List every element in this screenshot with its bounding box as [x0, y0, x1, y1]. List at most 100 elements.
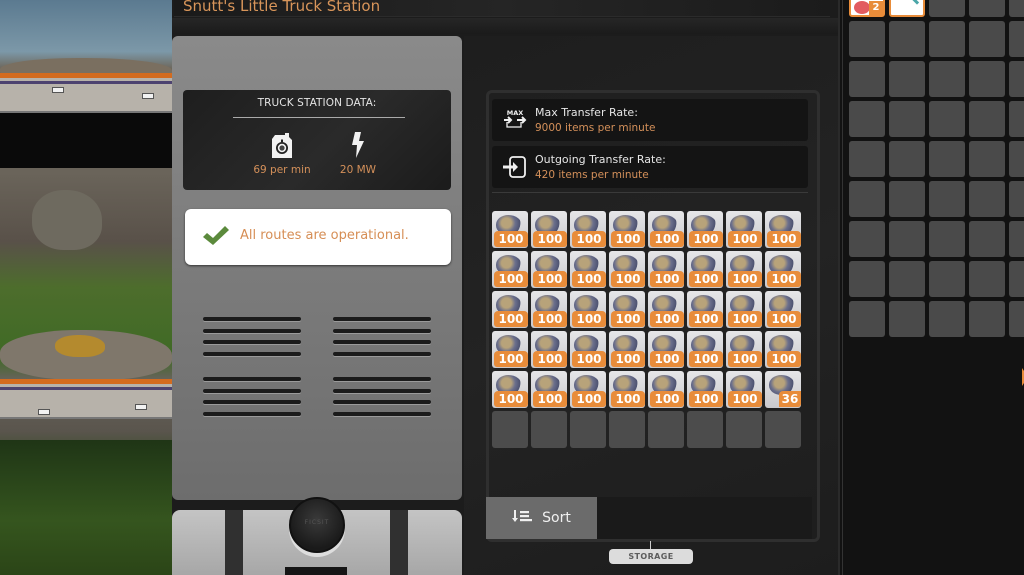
storage-slot-ore[interactable]: 100 [726, 371, 762, 408]
storage-slot-ore[interactable]: 100 [531, 331, 567, 368]
inventory-slot-empty[interactable] [889, 101, 925, 137]
inventory-slot-empty[interactable] [1009, 0, 1024, 17]
inventory-slot-empty[interactable] [849, 221, 885, 257]
item-count: 100 [728, 311, 762, 327]
inventory-slot-empty[interactable] [969, 261, 1005, 297]
storage-slot-ore[interactable]: 100 [687, 251, 723, 288]
player-inventory-panel: 2 [838, 0, 1024, 575]
inventory-slot-empty[interactable] [849, 61, 885, 97]
inventory-slot-empty[interactable] [929, 301, 965, 337]
storage-slot-empty[interactable] [492, 411, 528, 448]
inventory-slot-empty[interactable] [969, 181, 1005, 217]
inventory-slot-empty[interactable] [849, 301, 885, 337]
inventory-slot-empty[interactable] [889, 141, 925, 177]
storage-slot-ore[interactable]: 100 [687, 331, 723, 368]
inventory-slot-empty[interactable] [1009, 21, 1024, 57]
inventory-slot-empty[interactable] [889, 61, 925, 97]
storage-slot-empty[interactable] [765, 411, 801, 448]
storage-slot-ore[interactable]: 100 [531, 211, 567, 248]
storage-slot-ore[interactable]: 100 [765, 251, 801, 288]
storage-slot-ore[interactable]: 100 [687, 371, 723, 408]
inventory-slot-empty[interactable] [929, 101, 965, 137]
inventory-slot-empty[interactable] [969, 141, 1005, 177]
storage-slot-ore[interactable]: 100 [648, 371, 684, 408]
machine-panel: TRUCK STATION DATA: 69 per min 20 MW All… [172, 36, 462, 500]
storage-slot-ore[interactable]: 100 [570, 291, 606, 328]
storage-slot-ore[interactable]: 100 [492, 331, 528, 368]
storage-slot-ore[interactable]: 100 [492, 251, 528, 288]
storage-slot-ore[interactable]: 100 [492, 371, 528, 408]
inventory-slot-empty[interactable] [1009, 141, 1024, 177]
inventory-slot-empty[interactable] [1009, 221, 1024, 257]
inventory-slot-empty[interactable] [889, 21, 925, 57]
inventory-slot-empty[interactable] [849, 21, 885, 57]
storage-slot-empty[interactable] [726, 411, 762, 448]
storage-slot-ore[interactable]: 100 [726, 291, 762, 328]
inventory-slot-empty[interactable] [889, 221, 925, 257]
inventory-slot-empty[interactable] [889, 301, 925, 337]
inventory-slot-empty[interactable] [969, 0, 1005, 17]
storage-slot-empty[interactable] [570, 411, 606, 448]
inventory-slot-pickaxe[interactable] [889, 0, 925, 17]
storage-slot-ore[interactable]: 100 [609, 371, 645, 408]
inventory-slot-empty[interactable] [969, 61, 1005, 97]
inventory-slot-empty[interactable] [929, 0, 965, 17]
inventory-slot-empty[interactable] [849, 181, 885, 217]
inventory-slot-empty[interactable] [929, 61, 965, 97]
sort-button[interactable]: Sort [486, 497, 597, 539]
inventory-slot-empty[interactable] [849, 261, 885, 297]
inventory-slot-empty[interactable] [889, 181, 925, 217]
storage-slot-ore[interactable]: 100 [687, 211, 723, 248]
item-count: 100 [611, 231, 645, 247]
inventory-slot-empty[interactable] [929, 181, 965, 217]
storage-slot-ore[interactable]: 100 [648, 291, 684, 328]
storage-slot-empty[interactable] [687, 411, 723, 448]
storage-slot-ore[interactable]: 100 [726, 331, 762, 368]
inventory-slot-empty[interactable] [889, 261, 925, 297]
storage-slot-ore[interactable]: 100 [570, 211, 606, 248]
inventory-slot-empty[interactable] [929, 221, 965, 257]
storage-slot-empty[interactable] [531, 411, 567, 448]
storage-slot-ore[interactable]: 100 [765, 291, 801, 328]
storage-slot-ore[interactable]: 100 [609, 291, 645, 328]
storage-slot-ore[interactable]: 100 [648, 251, 684, 288]
storage-slot-ore[interactable]: 100 [531, 291, 567, 328]
inventory-slot-empty[interactable] [929, 141, 965, 177]
storage-slot-ore[interactable]: 100 [765, 331, 801, 368]
storage-slot-ore[interactable]: 100 [687, 291, 723, 328]
storage-slot-ore[interactable]: 100 [570, 331, 606, 368]
storage-slot-ore[interactable]: 100 [609, 251, 645, 288]
storage-slot-ore[interactable]: 100 [726, 251, 762, 288]
storage-slot-ore[interactable]: 100 [609, 331, 645, 368]
inventory-slot-empty[interactable] [849, 101, 885, 137]
storage-slot-empty[interactable] [609, 411, 645, 448]
inventory-slot-empty[interactable] [969, 21, 1005, 57]
inventory-slot-empty[interactable] [969, 101, 1005, 137]
storage-slot-ore[interactable]: 100 [531, 251, 567, 288]
inventory-slot-empty[interactable] [929, 261, 965, 297]
inventory-slot-empty[interactable] [1009, 101, 1024, 137]
inventory-slot-empty[interactable] [1009, 181, 1024, 217]
storage-slot-ore[interactable]: 100 [531, 371, 567, 408]
storage-slot-ore[interactable]: 100 [609, 211, 645, 248]
storage-slot-ore[interactable]: 100 [726, 211, 762, 248]
inventory-slot-empty[interactable] [1009, 261, 1024, 297]
inventory-slot-empty[interactable] [1009, 301, 1024, 337]
storage-slot-ore[interactable]: 100 [765, 211, 801, 248]
inventory-slot-empty[interactable] [969, 221, 1005, 257]
inventory-slot-empty[interactable] [929, 21, 965, 57]
storage-slot-empty[interactable] [648, 411, 684, 448]
storage-slot-ore[interactable]: 100 [570, 371, 606, 408]
storage-slot-ore[interactable]: 100 [492, 211, 528, 248]
item-count: 100 [611, 271, 645, 287]
storage-slot-ore[interactable]: 100 [570, 251, 606, 288]
item-count: 100 [689, 271, 723, 287]
storage-slot-ore[interactable]: 36 [765, 371, 801, 408]
inventory-slot-empty[interactable] [1009, 61, 1024, 97]
inventory-slot-empty[interactable] [849, 141, 885, 177]
storage-slot-ore[interactable]: 100 [492, 291, 528, 328]
storage-slot-ore[interactable]: 100 [648, 331, 684, 368]
inventory-slot-meat[interactable]: 2 [849, 0, 885, 17]
inventory-slot-empty[interactable] [969, 301, 1005, 337]
storage-slot-ore[interactable]: 100 [648, 211, 684, 248]
